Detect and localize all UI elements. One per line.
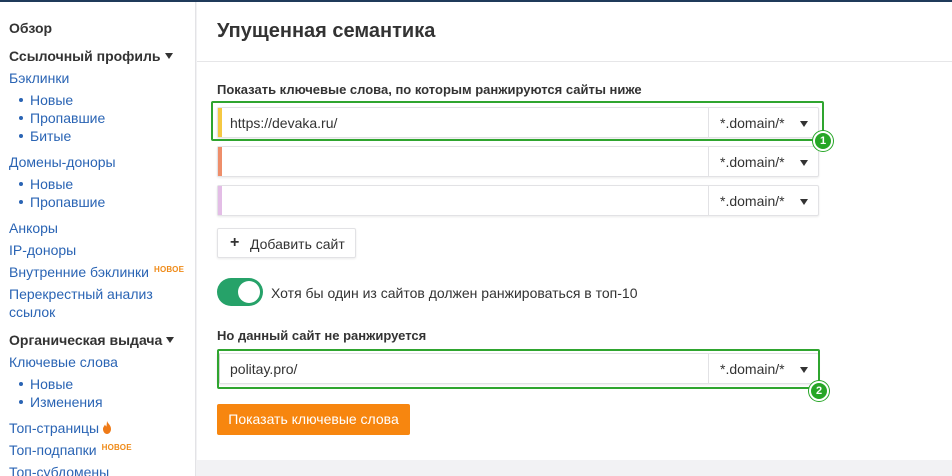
sidebar-item-label: Внутренние бэклинки xyxy=(9,264,149,280)
main-content: Показать ключевые слова, по которым ранж… xyxy=(197,62,952,460)
bullet-icon xyxy=(19,200,23,205)
annotation-marker-2: 2 xyxy=(809,381,829,401)
sidebar-item-internal-backlinks[interactable]: Внутренние бэклинки НОВОЕ xyxy=(9,264,184,280)
page-header: Упущенная семантика xyxy=(197,2,952,62)
sidebar-item-top-folders[interactable]: Топ-подпапки НОВОЕ xyxy=(9,442,132,458)
site-url-input[interactable]: https://devaka.ru/ xyxy=(230,115,337,131)
sidebar-section-link-profile[interactable]: Ссылочный профиль xyxy=(9,48,173,64)
toggle-knob xyxy=(238,281,260,303)
caret-down-icon xyxy=(166,337,175,344)
domain-mode-value: *.domain/* xyxy=(720,193,785,209)
sidebar-subitem-backlinks-lost[interactable]: Пропавшие xyxy=(19,110,105,126)
new-badge: НОВОЕ xyxy=(101,443,132,452)
sidebar-subitem-label: Изменения xyxy=(30,394,103,410)
sidebar-subitem-label: Новые xyxy=(30,92,74,108)
site-row-2: *.domain/* xyxy=(217,146,819,177)
sidebar-item-backlinks[interactable]: Бэклинки xyxy=(9,70,69,86)
domain-mode-select[interactable]: *.domain/* xyxy=(708,354,818,383)
sidebar-item-top-subdomains[interactable]: Топ-субдомены xyxy=(9,464,109,476)
site-url-input[interactable] xyxy=(230,154,700,172)
site-row-1: https://devaka.ru/ *.domain/* xyxy=(217,107,819,138)
exclude-site-label: Но данный сайт не ранжируется xyxy=(217,328,427,343)
sidebar: Обзор Ссылочный профиль Бэклинки Новые П… xyxy=(0,2,196,476)
sidebar-subitem-label: Пропавшие xyxy=(30,194,106,210)
exclude-site-row: politay.pro/ *.domain/* xyxy=(217,353,819,384)
plus-icon: + xyxy=(230,234,240,251)
exclude-site-input[interactable]: politay.pro/ xyxy=(230,361,297,377)
chevron-down-icon xyxy=(800,121,808,127)
sidebar-subitem-backlinks-broken[interactable]: Битые xyxy=(19,128,71,144)
fire-icon xyxy=(102,421,112,437)
sidebar-section-organic[interactable]: Органическая выдача xyxy=(9,332,175,348)
annotation-marker-1: 1 xyxy=(813,131,833,151)
sidebar-subitem-backlinks-new[interactable]: Новые xyxy=(19,92,73,108)
sidebar-subitem-label: Новые xyxy=(30,176,74,192)
bullet-icon xyxy=(19,400,23,405)
sidebar-subitem-keywords-new[interactable]: Новые xyxy=(19,376,73,392)
sidebar-subitem-label: Битые xyxy=(30,128,72,144)
sidebar-item-label: Топ-страницы xyxy=(9,420,100,436)
content-bottom-area xyxy=(197,460,952,476)
bullet-icon xyxy=(19,98,23,103)
show-keywords-button[interactable]: Показать ключевые слова xyxy=(217,404,410,435)
domain-mode-select[interactable]: *.domain/* xyxy=(708,186,818,215)
sidebar-item-overview[interactable]: Обзор xyxy=(9,20,52,36)
bullet-icon xyxy=(19,116,23,121)
add-site-button[interactable]: + Добавить сайт xyxy=(217,228,356,258)
sidebar-subitem-domains-lost[interactable]: Пропавшие xyxy=(19,194,105,210)
domain-mode-value: *.domain/* xyxy=(720,115,785,131)
domain-mode-select[interactable]: *.domain/* xyxy=(708,147,818,176)
bullet-icon xyxy=(19,182,23,187)
sidebar-item-cross-analysis-line2[interactable]: ссылок xyxy=(9,304,55,320)
site-url-input[interactable] xyxy=(230,193,700,211)
chevron-down-icon xyxy=(800,199,808,205)
site-row-3: *.domain/* xyxy=(217,185,819,216)
site-color-stripe xyxy=(218,186,222,215)
sidebar-item-referring-domains[interactable]: Домены-доноры xyxy=(9,154,116,170)
caret-down-icon xyxy=(164,53,173,60)
sidebar-subitem-domains-new[interactable]: Новые xyxy=(19,176,73,192)
sidebar-subitem-label: Новые xyxy=(30,376,74,392)
site-color-stripe xyxy=(218,354,220,383)
domain-mode-value: *.domain/* xyxy=(720,154,785,170)
new-badge: НОВОЕ xyxy=(153,265,185,274)
site-color-stripe xyxy=(218,147,222,176)
sidebar-item-label: Топ-подпапки xyxy=(9,442,97,458)
domain-mode-value: *.domain/* xyxy=(720,361,785,377)
sidebar-item-ip-donors[interactable]: IP-доноры xyxy=(9,242,76,258)
top10-toggle[interactable] xyxy=(217,278,263,306)
sidebar-subitem-keywords-changes[interactable]: Изменения xyxy=(19,394,103,410)
top10-toggle-label: Хотя бы один из сайтов должен ранжироват… xyxy=(271,285,638,301)
sidebar-item-anchors[interactable]: Анкоры xyxy=(9,220,58,236)
chevron-down-icon xyxy=(800,367,808,373)
site-color-stripe xyxy=(218,108,222,137)
bullet-icon xyxy=(19,382,23,387)
sidebar-section-label: Органическая выдача xyxy=(9,332,163,348)
chevron-down-icon xyxy=(800,160,808,166)
add-site-label: Добавить сайт xyxy=(250,236,345,252)
sidebar-item-cross-analysis[interactable]: Перекрестный анализ xyxy=(9,286,153,302)
sidebar-item-keywords[interactable]: Ключевые слова xyxy=(9,354,118,370)
sidebar-item-top-pages[interactable]: Топ-страницы xyxy=(9,420,112,436)
show-keywords-label: Показать ключевые слова, по которым ранж… xyxy=(217,82,642,97)
bullet-icon xyxy=(19,134,23,139)
sidebar-subitem-label: Пропавшие xyxy=(30,110,106,126)
sidebar-section-label: Ссылочный профиль xyxy=(9,48,161,64)
domain-mode-select[interactable]: *.domain/* xyxy=(708,108,818,137)
page-title: Упущенная семантика xyxy=(217,20,436,42)
